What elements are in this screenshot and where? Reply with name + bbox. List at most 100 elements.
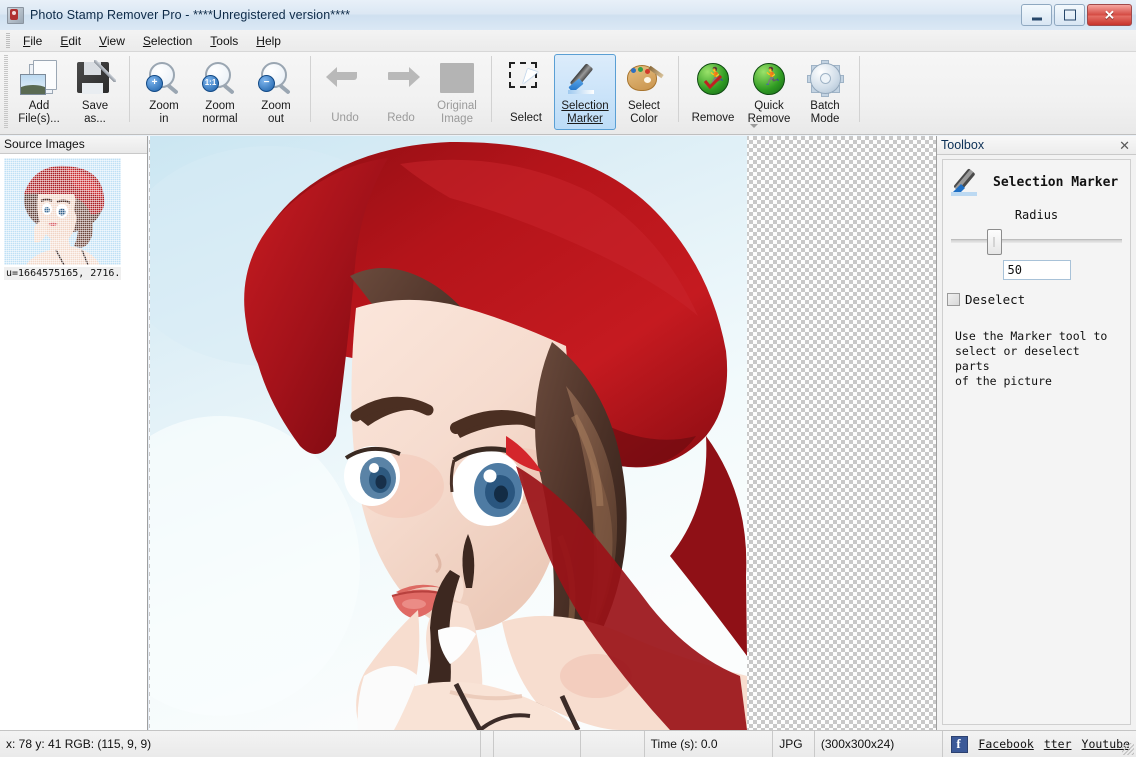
menu-item-view[interactable]: View [90, 32, 134, 50]
close-icon: ✕ [1104, 9, 1115, 22]
toolbar-zoom-in-line2: in [160, 113, 169, 125]
remove-runner-icon: 🏃 [696, 57, 730, 99]
twitter-link[interactable]: tter [1044, 737, 1072, 751]
toolbar-separator-1 [129, 56, 130, 122]
toolbar-button-redo[interactable]: Redo [373, 54, 429, 130]
maximize-button[interactable] [1054, 4, 1085, 26]
menu-bar: File Edit View Selection Tools Help [0, 30, 1136, 52]
menu-grip[interactable] [6, 33, 10, 49]
original-image-icon [440, 57, 474, 99]
toolbar-add-files-line2: File(s)... [18, 113, 60, 125]
radius-input[interactable]: 50 [1003, 260, 1071, 280]
toolbar-button-undo[interactable]: Undo [317, 54, 373, 130]
toolbar-save-as-line1: Save [82, 100, 108, 112]
facebook-link[interactable]: Facebook [978, 737, 1033, 751]
menu-item-tools[interactable]: Tools [201, 32, 247, 50]
toolbox-hint-text: Use the Marker tool to select or deselec… [955, 329, 1120, 389]
zoom-out-icon: − [257, 57, 295, 99]
toolbar-button-add-files[interactable]: Add File(s)... [11, 54, 67, 130]
toolbar-zoom-in-line1: Zoom [149, 100, 178, 112]
menu-item-selection[interactable]: Selection [134, 32, 201, 50]
toolbar-redo-label: Redo [387, 112, 415, 124]
marquee-select-icon [507, 57, 545, 99]
toolbox-body: Selection Marker Radius 50 Deselect Use … [942, 159, 1131, 725]
menu-view-rest: iew [107, 34, 125, 48]
toolbar-separator-2 [310, 56, 311, 122]
radius-label: Radius [943, 208, 1130, 222]
thumbnail-list: u=1664575165, 2716... [0, 154, 147, 280]
toolbar-separator-5 [859, 56, 860, 122]
app-icon [6, 6, 24, 24]
window-title: Photo Stamp Remover Pro - ****Unregister… [30, 8, 350, 22]
status-social-links: Facebook tter Youtube [943, 731, 1136, 757]
toolbox-tool-title: Selection Marker [993, 175, 1118, 190]
title-bar: Photo Stamp Remover Pro - ****Unregister… [0, 0, 1136, 31]
toolbar-zoom-normal-line2: normal [202, 113, 237, 125]
marker-pen-icon [949, 166, 985, 198]
window-controls: ✕ [1021, 4, 1132, 26]
toolbox-tool-row: Selection Marker [943, 160, 1130, 198]
deselect-checkbox-row[interactable]: Deselect [947, 292, 1130, 307]
status-format: JPG [773, 731, 815, 757]
toolbar-batch-line1: Batch [810, 100, 839, 112]
toolbar-grip[interactable] [4, 55, 8, 129]
close-icon[interactable]: ✕ [1119, 139, 1130, 152]
source-image-preview[interactable] [150, 136, 747, 730]
minimize-button[interactable] [1021, 4, 1052, 26]
quick-runner-icon: 🏃 [752, 57, 786, 99]
menu-tools-rest: ools [216, 34, 238, 48]
toolbar-button-select-color[interactable]: Select Color [616, 54, 672, 130]
toolbox-panel: Toolbox ✕ Selection Marker Radius [937, 136, 1136, 730]
toolbar-marker-line2: Marker [567, 113, 603, 125]
thumbnail-image [4, 158, 121, 265]
toolbar-button-remove[interactable]: 🏃 Remove [685, 54, 741, 130]
toolbar-button-zoom-in[interactable]: + Zoom in [136, 54, 192, 130]
deselect-label: Deselect [965, 292, 1025, 307]
facebook-icon[interactable] [951, 736, 968, 753]
toolbar-save-as-line2: as... [84, 113, 106, 125]
toolbox-title: Toolbox [941, 138, 984, 152]
status-time: Time (s): 0.0 [645, 731, 774, 757]
toolbar-button-save-as[interactable]: Save as... [67, 54, 123, 130]
thumbnail-caption: u=1664575165, 2716... [4, 267, 121, 280]
toolbar-separator-4 [678, 56, 679, 122]
toolbar-button-selection-marker[interactable]: Selection Marker [554, 54, 616, 130]
checkmark-icon [703, 75, 723, 89]
redo-arrow-icon [382, 57, 420, 99]
menu-item-file[interactable]: File [14, 32, 51, 50]
application-window: Photo Stamp Remover Pro - ****Unregister… [0, 0, 1136, 756]
toolbar-quick-line1: Quick [754, 100, 783, 112]
menu-item-edit[interactable]: Edit [51, 32, 90, 50]
toolbar-select-color-line2: Color [630, 113, 657, 125]
portrait-illustration [150, 136, 747, 730]
toolbar-button-original-image[interactable]: Original Image [429, 54, 485, 130]
toolbar-zoom-normal-line1: Zoom [205, 100, 234, 112]
toolbar-button-batch-mode[interactable]: Batch Mode [797, 54, 853, 130]
toolbox-header: Toolbox ✕ [937, 136, 1136, 155]
toolbar-batch-line2: Mode [811, 113, 840, 125]
source-images-panel: Source Images [0, 136, 148, 730]
toolbar-original-line1: Original [437, 100, 477, 112]
toolbar-overflow-button[interactable] [748, 120, 760, 132]
close-button[interactable]: ✕ [1087, 4, 1132, 26]
toolbar-button-select[interactable]: Select [498, 54, 554, 130]
palette-icon [625, 57, 663, 99]
gear-icon [808, 57, 842, 99]
toolbar-button-zoom-out[interactable]: − Zoom out [248, 54, 304, 130]
toolbar-button-quick-remove[interactable]: 🏃 Quick Remove [741, 54, 797, 130]
menu-item-help[interactable]: Help [247, 32, 290, 50]
toolbar-button-zoom-normal[interactable]: 1:1 Zoom normal [192, 54, 248, 130]
toolbar-select-label: Select [510, 112, 542, 124]
radius-slider-thumb[interactable] [987, 229, 1002, 255]
zoom-in-icon: + [145, 57, 183, 99]
add-files-icon [19, 57, 59, 99]
thumbnail-item[interactable] [4, 158, 121, 265]
image-canvas[interactable] [149, 136, 937, 730]
deselect-checkbox[interactable] [947, 293, 960, 306]
zoom-normal-icon: 1:1 [201, 57, 239, 99]
status-coordinates: x: 78 y: 41 RGB: (115, 9, 9) [0, 731, 480, 757]
resize-grip[interactable] [1122, 743, 1134, 755]
main-toolbar: Add File(s)... Save as... + Zoom in 1:1 [0, 52, 1136, 135]
radius-slider[interactable] [951, 228, 1122, 254]
status-panel-1 [494, 731, 581, 757]
